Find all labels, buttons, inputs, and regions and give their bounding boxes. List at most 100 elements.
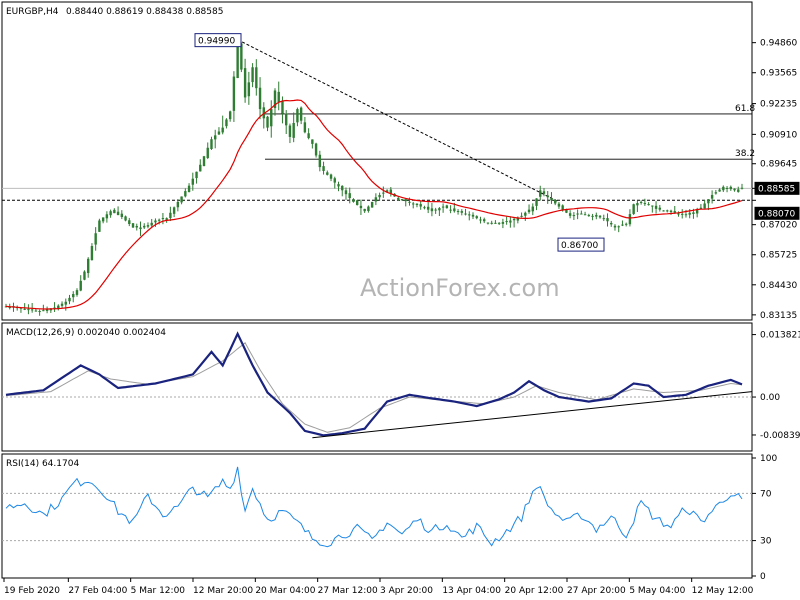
- time-tick-label: 13 Apr 04:00: [442, 586, 501, 596]
- candle-body: [483, 219, 486, 222]
- candle-body: [610, 222, 613, 225]
- candle-body: [486, 222, 490, 224]
- candle-body: [83, 271, 86, 280]
- candle-body: [497, 222, 501, 224]
- candle-body: [737, 189, 740, 192]
- candle-body: [445, 205, 449, 209]
- candle-body: [225, 119, 228, 127]
- candle-body: [98, 220, 101, 232]
- candle-body: [217, 131, 221, 135]
- candle-body: [109, 211, 112, 216]
- candle-body: [412, 203, 415, 205]
- candle-body: [154, 220, 157, 223]
- candle-body: [90, 246, 94, 261]
- candle-body: [602, 218, 605, 220]
- candle-body: [531, 206, 534, 212]
- candle-body: [628, 214, 632, 225]
- candle-body: [176, 201, 180, 208]
- candle-body: [251, 67, 254, 83]
- candle-body: [550, 197, 553, 201]
- time-tick-label: 20 Apr 12:00: [505, 586, 564, 596]
- candle-body: [266, 116, 269, 128]
- candle-body: [285, 113, 288, 126]
- price-tick-label: 0.87020: [760, 221, 797, 231]
- candle-body: [105, 214, 109, 219]
- candle-body: [157, 219, 161, 221]
- price-tick-label: 0.85725: [760, 251, 797, 261]
- candle-body: [72, 294, 75, 298]
- time-tick-label: 12 May 12:00: [692, 586, 754, 596]
- candle-body: [42, 310, 45, 312]
- candle-body: [561, 205, 564, 210]
- candle-body: [296, 109, 299, 123]
- candle-body: [535, 198, 538, 206]
- candle-body: [326, 172, 329, 175]
- candle-body: [344, 190, 348, 195]
- candle-body: [542, 191, 546, 194]
- candle-body: [86, 258, 90, 274]
- candle-body: [236, 41, 239, 79]
- candle-body: [468, 214, 471, 216]
- ohlc-readout: 0.88440 0.88619 0.88438 0.88585: [66, 7, 223, 17]
- candle-body: [232, 76, 236, 111]
- candle-body: [684, 214, 688, 216]
- rsi-tick-label: 70: [760, 489, 772, 499]
- candle-body: [195, 171, 198, 179]
- chart-canvas: EURGBP,H4 0.88440 0.88619 0.88438 0.8858…: [0, 0, 800, 600]
- candle-body: [243, 68, 247, 98]
- price-tag-label: 0.88070: [758, 209, 795, 219]
- symbol-label: EURGBP,H4: [6, 7, 59, 17]
- candle-body: [453, 208, 456, 212]
- candle-body: [494, 222, 497, 224]
- candle-body: [281, 101, 284, 114]
- candle-body: [337, 184, 340, 187]
- candle-body: [352, 199, 355, 202]
- time-tick-label: 12 Mar 20:00: [193, 586, 253, 596]
- candle-body: [135, 225, 138, 228]
- candle-body: [426, 206, 430, 210]
- candle-body: [404, 199, 407, 202]
- candle-body: [169, 212, 172, 218]
- rsi-tick-label: 30: [760, 537, 772, 547]
- candle-body: [647, 204, 650, 206]
- candle-body: [355, 200, 359, 206]
- fib-label: 38.2: [735, 149, 755, 159]
- candle-body: [314, 143, 318, 156]
- candle-body: [591, 215, 594, 217]
- candle-body: [722, 186, 725, 191]
- time-tick-label: 3 Apr 20:00: [380, 586, 433, 596]
- candle-body: [221, 127, 224, 133]
- candle-body: [587, 215, 591, 217]
- candle-body: [367, 206, 370, 212]
- candle-body: [374, 197, 378, 202]
- candle-body: [187, 185, 191, 193]
- candle-body: [557, 203, 561, 207]
- candle-body: [400, 199, 404, 201]
- candle-body: [172, 207, 176, 214]
- candle-body: [299, 107, 303, 121]
- candle-body: [206, 147, 209, 158]
- candle-body: [501, 222, 505, 224]
- candle-body: [363, 208, 366, 212]
- candle-body: [669, 210, 673, 212]
- candle-body: [546, 195, 549, 198]
- candle-body: [632, 204, 635, 214]
- candle-body: [654, 205, 658, 209]
- candle-body: [572, 215, 576, 217]
- candle-body: [598, 215, 602, 218]
- candle-body: [378, 194, 381, 198]
- candle-body: [150, 222, 153, 226]
- candle-body: [624, 223, 628, 225]
- candle-body: [621, 224, 624, 226]
- price-callout-label: 0.94990: [198, 37, 235, 47]
- time-tick-label: 27 Apr 20:00: [567, 586, 626, 596]
- macd-tick-label: 0.00: [760, 393, 780, 403]
- candle-body: [740, 187, 744, 189]
- candle-body: [565, 209, 568, 213]
- macd-title: MACD(12,26,9) 0.002040 0.002404: [6, 328, 166, 338]
- candle-body: [636, 203, 639, 206]
- candle-body: [240, 43, 243, 70]
- price-tick-label: 0.92235: [760, 100, 797, 110]
- candle-body: [341, 185, 344, 191]
- candle-body: [191, 178, 195, 185]
